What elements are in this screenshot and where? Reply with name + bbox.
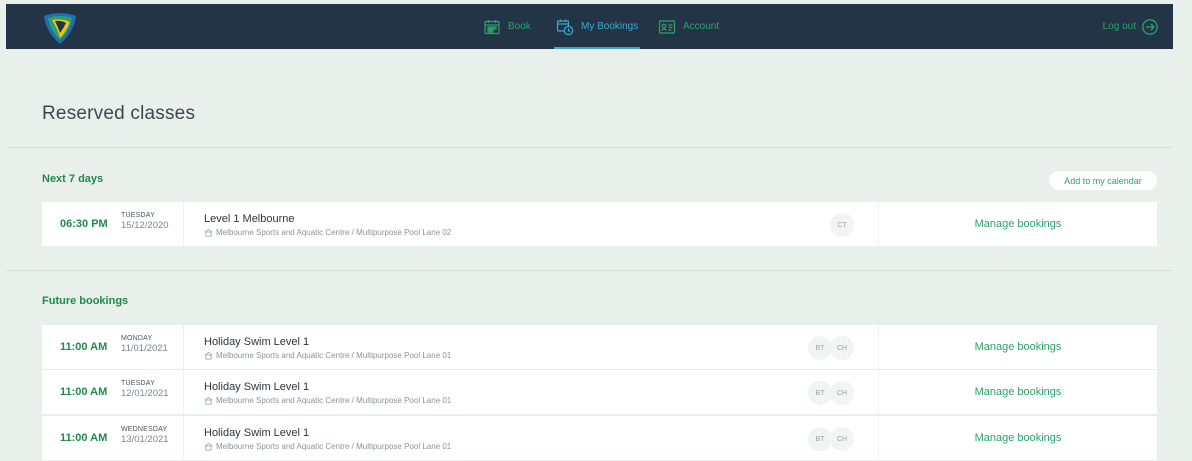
building-icon xyxy=(204,396,213,405)
booking-date-value: 12/01/2021 xyxy=(121,388,169,399)
top-nav-bar: Book My Bookings Account Log out xyxy=(6,4,1173,49)
booking-day: TUESDAY xyxy=(121,380,155,387)
section-title-next-7-days: Next 7 days xyxy=(42,173,104,185)
avatar[interactable]: BT xyxy=(808,336,832,360)
nav-item-my-bookings[interactable]: My Bookings xyxy=(553,4,641,49)
calendar-icon xyxy=(484,19,500,34)
booking-time: 06:30 PM xyxy=(60,218,108,230)
booking-date: TUESDAY 12/01/2021 xyxy=(121,380,169,399)
logout-label: Log out xyxy=(1102,21,1136,32)
manage-bookings-link[interactable]: Manage bookings xyxy=(879,202,1157,246)
booking-date-value: 15/12/2020 xyxy=(121,220,169,231)
building-icon xyxy=(204,442,213,451)
attendee-avatars: BT CH xyxy=(808,336,854,360)
class-name: Holiday Swim Level 1 xyxy=(204,427,310,439)
main-nav: Book My Bookings Account xyxy=(6,4,1173,49)
section-title-future-bookings: Future bookings xyxy=(42,295,129,307)
booking-row: 11:00 AM TUESDAY 12/01/2021 Holiday Swim… xyxy=(42,370,1157,414)
avatar[interactable]: CH xyxy=(830,427,854,451)
booking-day: TUESDAY xyxy=(121,212,155,219)
row-divider xyxy=(183,370,184,414)
class-name: Holiday Swim Level 1 xyxy=(204,381,310,393)
class-location: Melbourne Sports and Aquatic Centre / Mu… xyxy=(204,442,451,451)
building-icon xyxy=(204,351,213,360)
booking-day: WEDNESDAY xyxy=(121,426,168,433)
booking-date: TUESDAY 15/12/2020 xyxy=(121,212,169,231)
avatar[interactable]: CH xyxy=(830,381,854,405)
avatar[interactable]: BT xyxy=(808,381,832,405)
nav-item-label: Account xyxy=(683,21,720,32)
calendar-clock-icon xyxy=(556,19,574,35)
section-divider xyxy=(6,147,1173,148)
booking-row: 06:30 PM TUESDAY 15/12/2020 Level 1 Melb… xyxy=(42,202,1157,246)
row-divider xyxy=(183,202,184,246)
row-divider xyxy=(183,416,184,460)
booking-row: 11:00 AM WEDNESDAY 13/01/2021 Holiday Sw… xyxy=(42,416,1157,460)
nav-item-account[interactable]: Account xyxy=(658,4,719,49)
add-to-calendar-button[interactable]: Add to my calendar xyxy=(1049,171,1157,190)
class-location-text: Melbourne Sports and Aquatic Centre / Mu… xyxy=(216,228,452,237)
class-location: Melbourne Sports and Aquatic Centre / Mu… xyxy=(204,351,451,360)
booking-date: WEDNESDAY 13/01/2021 xyxy=(121,426,169,445)
row-divider xyxy=(183,325,184,369)
attendee-avatars: CT xyxy=(830,213,854,237)
page-title: Reserved classes xyxy=(42,103,196,124)
avatar[interactable]: CH xyxy=(830,336,854,360)
manage-bookings-link[interactable]: Manage bookings xyxy=(879,325,1157,369)
class-location: Melbourne Sports and Aquatic Centre / Mu… xyxy=(204,396,451,405)
avatar[interactable]: BT xyxy=(808,427,832,451)
building-icon xyxy=(204,228,213,237)
booking-row: 11:00 AM MONDAY 11/01/2021 Holiday Swim … xyxy=(42,325,1157,369)
logout-button[interactable]: Log out xyxy=(1103,4,1159,49)
class-name: Holiday Swim Level 1 xyxy=(204,336,310,348)
logout-arrow-icon xyxy=(1142,18,1158,35)
class-location-text: Melbourne Sports and Aquatic Centre / Mu… xyxy=(216,442,452,451)
booking-date: MONDAY 11/01/2021 xyxy=(121,335,168,354)
manage-bookings-link[interactable]: Manage bookings xyxy=(879,416,1157,460)
class-location-text: Melbourne Sports and Aquatic Centre / Mu… xyxy=(216,396,452,405)
manage-bookings-link[interactable]: Manage bookings xyxy=(879,370,1157,414)
id-card-icon xyxy=(658,19,676,34)
avatar[interactable]: CT xyxy=(830,213,854,237)
page: Book My Bookings Account Log out Reserve… xyxy=(0,0,1192,461)
booking-day: MONDAY xyxy=(121,335,153,342)
attendee-avatars: BT CH xyxy=(808,381,854,405)
booking-date-value: 13/01/2021 xyxy=(121,434,169,445)
attendee-avatars: BT CH xyxy=(808,427,854,451)
class-location: Melbourne Sports and Aquatic Centre / Mu… xyxy=(204,228,451,237)
class-location-text: Melbourne Sports and Aquatic Centre / Mu… xyxy=(216,351,452,360)
nav-item-book[interactable]: Book xyxy=(483,4,531,49)
nav-item-label: My Bookings xyxy=(581,21,639,32)
class-name: Level 1 Melbourne xyxy=(204,213,295,225)
section-divider xyxy=(6,270,1173,271)
booking-date-value: 11/01/2021 xyxy=(121,343,168,354)
booking-time: 11:00 AM xyxy=(60,341,108,353)
booking-time: 11:00 AM xyxy=(60,432,108,444)
booking-time: 11:00 AM xyxy=(60,386,108,398)
nav-item-label: Book xyxy=(508,21,531,32)
